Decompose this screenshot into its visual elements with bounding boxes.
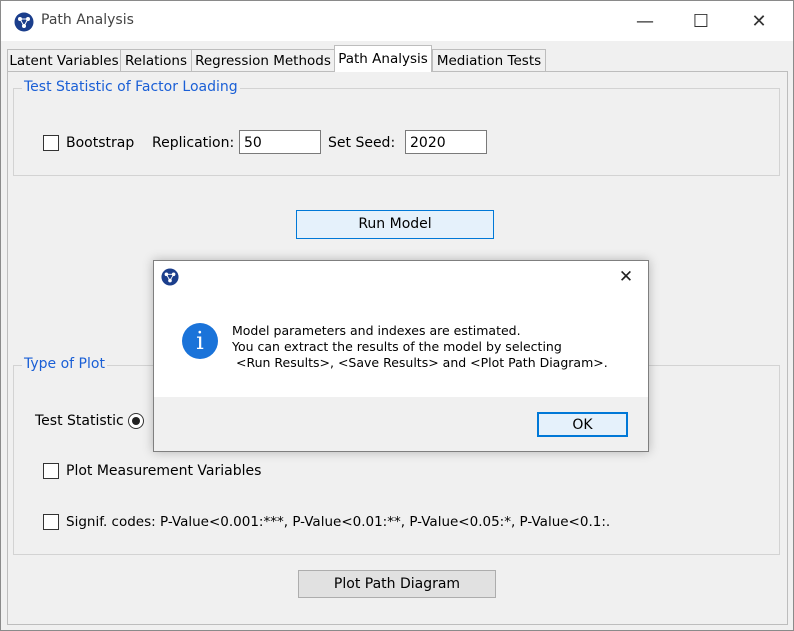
run-model-button[interactable]: Run Model — [296, 210, 494, 239]
test-statistic-group-title: Test Statistic of Factor Loading — [22, 79, 240, 95]
dialog-message: Model parameters and indexes are estimat… — [232, 323, 608, 371]
bootstrap-checkbox[interactable] — [43, 135, 59, 151]
replication-label: Replication: — [152, 135, 235, 151]
dialog-close-button[interactable]: ✕ — [604, 261, 648, 293]
minimize-button[interactable]: — — [617, 1, 673, 41]
info-icon: i — [182, 323, 218, 359]
tab-path-analysis[interactable]: Path Analysis — [334, 45, 432, 72]
dialog-network-icon — [161, 268, 179, 286]
dialog-message-line: <Run Results>, <Save Results> and <Plot … — [232, 355, 608, 370]
replication-input[interactable]: 50 — [239, 130, 321, 154]
dialog-title-bar[interactable]: ✕ — [154, 261, 648, 293]
radio-selected-dot — [132, 417, 140, 425]
tab-latent-variables[interactable]: Latent Variables — [7, 49, 121, 72]
maximize-icon: ☐ — [692, 10, 710, 32]
window-title: Path Analysis — [41, 12, 134, 28]
tab-mediation-tests[interactable]: Mediation Tests — [432, 49, 546, 72]
plot-measurement-checkbox[interactable] — [43, 463, 59, 479]
test-statistic-group: Test Statistic of Factor Loading Bootstr… — [13, 79, 780, 176]
bootstrap-label: Bootstrap — [66, 135, 135, 151]
seed-input[interactable]: 2020 — [405, 130, 487, 154]
tab-relations[interactable]: Relations — [120, 49, 192, 72]
plot-measurement-label: Plot Measurement Variables — [66, 463, 262, 479]
minimize-icon: — — [636, 10, 654, 32]
seed-label: Set Seed: — [328, 135, 396, 151]
plot-path-diagram-button[interactable]: Plot Path Diagram — [298, 570, 496, 598]
dialog-close-icon: ✕ — [618, 267, 634, 287]
message-dialog: ✕ i Model parameters and indexes are est… — [153, 260, 649, 452]
signif-codes-label: Signif. codes: P-Value<0.001:***, P-Valu… — [66, 514, 611, 530]
maximize-button[interactable]: ☐ — [673, 1, 729, 41]
close-button[interactable]: ✕ — [731, 1, 787, 41]
ok-button[interactable]: OK — [537, 412, 628, 437]
title-bar[interactable]: Path Analysis — ☐ ✕ — [1, 1, 793, 41]
close-icon: ✕ — [751, 10, 767, 32]
dialog-message-line: Model parameters and indexes are estimat… — [232, 323, 521, 338]
dialog-message-line: You can extract the results of the model… — [232, 339, 562, 354]
app-network-icon — [14, 12, 34, 32]
tab-regression-methods[interactable]: Regression Methods — [191, 49, 335, 72]
type-of-plot-group-title: Type of Plot — [22, 356, 107, 372]
test-statistic-label: Test Statistic — [35, 413, 124, 429]
dialog-body: i Model parameters and indexes are estim… — [154, 293, 648, 397]
signif-codes-checkbox[interactable] — [43, 514, 59, 530]
test-statistic-radio[interactable] — [128, 413, 144, 429]
